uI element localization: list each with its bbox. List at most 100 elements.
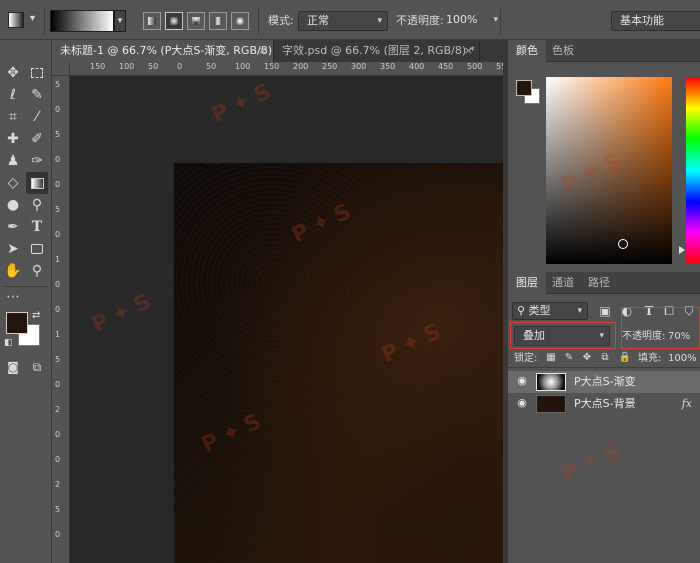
layer-filter-select[interactable]: ⚲ 类型 ▾ [512,302,588,320]
type-tool-icon[interactable]: T [26,216,48,238]
brush-tool-icon[interactable]: ✐ [26,128,48,150]
document-tab[interactable]: 字效.psd @ 66.7% (图层 2, RGB/8) * × [274,40,480,62]
color-panel-tabs: 颜色 色板 [508,40,700,62]
mode-value: 正常 [307,14,329,27]
rectangle-tool-icon[interactable] [26,238,48,260]
more-tools-icon[interactable]: ⋯ [2,286,24,308]
move-tool-icon[interactable]: ✥ [2,62,24,84]
lock-row: 锁定: ▦ ✎ ✥ ⧉ 🔒 填充: 100% [508,350,700,368]
ruler-tick-label: 0 [55,455,61,464]
ruler-tick-label: 0 [55,180,61,189]
eraser-tool-icon[interactable]: ◇ [2,172,24,194]
lock-image-icon[interactable]: ✎ [562,351,576,365]
gradient-dropdown-button[interactable]: ▾ [114,10,126,32]
ruler-tick-label: 0 [55,530,61,539]
ruler-tick-label: 0 [55,155,61,164]
ruler-tick-label: 2 [55,480,61,489]
tab-swatches[interactable]: 色板 [544,40,582,62]
crop-tool-icon[interactable]: ⌗ [2,106,24,128]
ruler-tick-label: 350 [380,62,396,71]
blur-tool-icon[interactable]: ● [2,194,24,216]
ruler-tick-label: 250 [322,62,338,71]
highlight-box-opacity [621,307,700,349]
mode-label: 模式: [268,14,294,27]
hand-tool-icon[interactable]: ✋ [2,260,24,282]
pen-tool-icon[interactable]: ✒ [2,216,24,238]
tab-channels[interactable]: 通道 [544,272,582,294]
marquee-tool-icon[interactable] [26,62,48,84]
history-brush-tool-icon[interactable]: ✑ [26,150,48,172]
layer-row[interactable]: ◉ P大点S-背景 fx [508,393,700,415]
foreground-color-chip[interactable] [516,80,532,96]
gradient-preview[interactable] [50,10,114,32]
ruler-tick-label: 5 [55,80,61,89]
linear-gradient-button[interactable] [143,12,161,30]
layer-effects-icon[interactable]: fx [682,393,692,415]
reflected-gradient-button[interactable] [209,12,227,30]
ruler-tick-label: 500 [467,62,483,71]
ruler-tick-label: 1 [55,330,61,339]
hue-slider-handle[interactable] [679,246,685,254]
ruler-tick-label: 150 [90,62,106,71]
diamond-gradient-button[interactable] [231,12,249,30]
fill-value[interactable]: 100% [668,352,697,366]
ruler-tick-label: 0 [55,230,61,239]
document-tab-active[interactable]: 未标题-1 @ 66.7% (P大点S-渐变, RGB/8) * × [52,40,274,79]
quick-selection-tool-icon[interactable]: ✎ [26,84,48,106]
ruler-tick-label: 150 [264,62,280,71]
document-tab-label: 字效.psd @ 66.7% (图层 2, RGB/8) * [282,44,476,57]
zoom-tool-icon[interactable]: ⚲ [26,260,48,282]
color-field-marker[interactable] [618,239,628,249]
ruler-tick-label: 0 [177,62,183,71]
radial-gradient-button[interactable] [165,12,183,30]
chevron-down-icon: ▾ [493,15,498,25]
eyedropper-tool-icon[interactable]: ⁄ [26,106,48,128]
lock-artboard-icon[interactable]: ⧉ [598,351,612,365]
vertical-ruler[interactable]: 5 0 5 0 0 5 0 1 0 0 1 5 0 2 0 0 2 5 0 [52,76,70,563]
layer-row[interactable]: ◉ P大点S-渐变 [508,371,700,393]
quick-mask-icon[interactable]: ◙ [2,356,24,378]
chevron-down-icon: ▾ [377,16,382,26]
hue-slider[interactable] [686,77,700,264]
document-canvas[interactable] [174,163,503,563]
healing-brush-tool-icon[interactable]: ✚ [2,128,24,150]
ruler-tick-label: 100 [119,62,135,71]
foreground-color-swatch-top[interactable] [6,312,28,334]
horizontal-ruler[interactable]: 1501005005010015020025030035040045050055… [70,62,503,76]
screen-mode-icon[interactable]: ⧉ [26,356,48,378]
lock-label: 锁定: [514,353,538,364]
default-colors-icon[interactable]: ◧ [4,338,13,348]
tab-paths[interactable]: 路径 [580,272,618,294]
close-icon[interactable]: × [258,40,267,62]
eye-icon[interactable]: ◉ [516,397,528,409]
lock-transparent-icon[interactable]: ▦ [544,351,558,365]
close-icon[interactable]: × [464,40,473,62]
ruler-tick-label: 5 [55,505,61,514]
tab-layers[interactable]: 图层 [508,272,546,294]
lasso-tool-icon[interactable]: ℓ [2,84,24,106]
tab-color[interactable]: 颜色 [508,40,546,62]
workspace-select[interactable]: 基本功能 [611,11,700,31]
mode-select[interactable]: 正常 ▾ [298,11,388,31]
opacity-input[interactable]: 100% ▾ [442,11,498,31]
ruler-tick-label: 5 [55,130,61,139]
swap-colors-icon[interactable]: ⇄ [32,310,40,321]
tools-panel: ✥ ℓ ✎ ⌗ ⁄ ✚ ✐ ♟ ✑ ◇ ● ⚲ ✒ T ➤ ✋ ⚲ ⋯ ⇄ ◧ … [0,40,52,563]
path-selection-tool-icon[interactable]: ➤ [2,238,24,260]
gradient-tool-icon[interactable] [26,172,48,194]
ruler-tick-label: 0 [55,305,61,314]
angle-gradient-button[interactable] [187,12,205,30]
tool-preset-picker[interactable]: ▾ [6,10,40,32]
lock-all-icon[interactable]: 🔒 [618,351,632,365]
layer-filter-value: 类型 [528,304,551,317]
ruler-origin[interactable] [52,62,70,76]
lock-position-icon[interactable]: ✥ [580,351,594,365]
search-icon: ⚲ [517,304,529,317]
eye-icon[interactable]: ◉ [516,375,528,387]
layer-name: P大点S-背景 [574,397,636,410]
dodge-tool-icon[interactable]: ⚲ [26,194,48,216]
color-field[interactable] [546,77,672,264]
pixel-filter-icon[interactable]: ▣ [598,304,612,318]
layers-panel-tabs: 图层 通道 路径 [508,272,700,294]
clone-stamp-tool-icon[interactable]: ♟ [2,150,24,172]
